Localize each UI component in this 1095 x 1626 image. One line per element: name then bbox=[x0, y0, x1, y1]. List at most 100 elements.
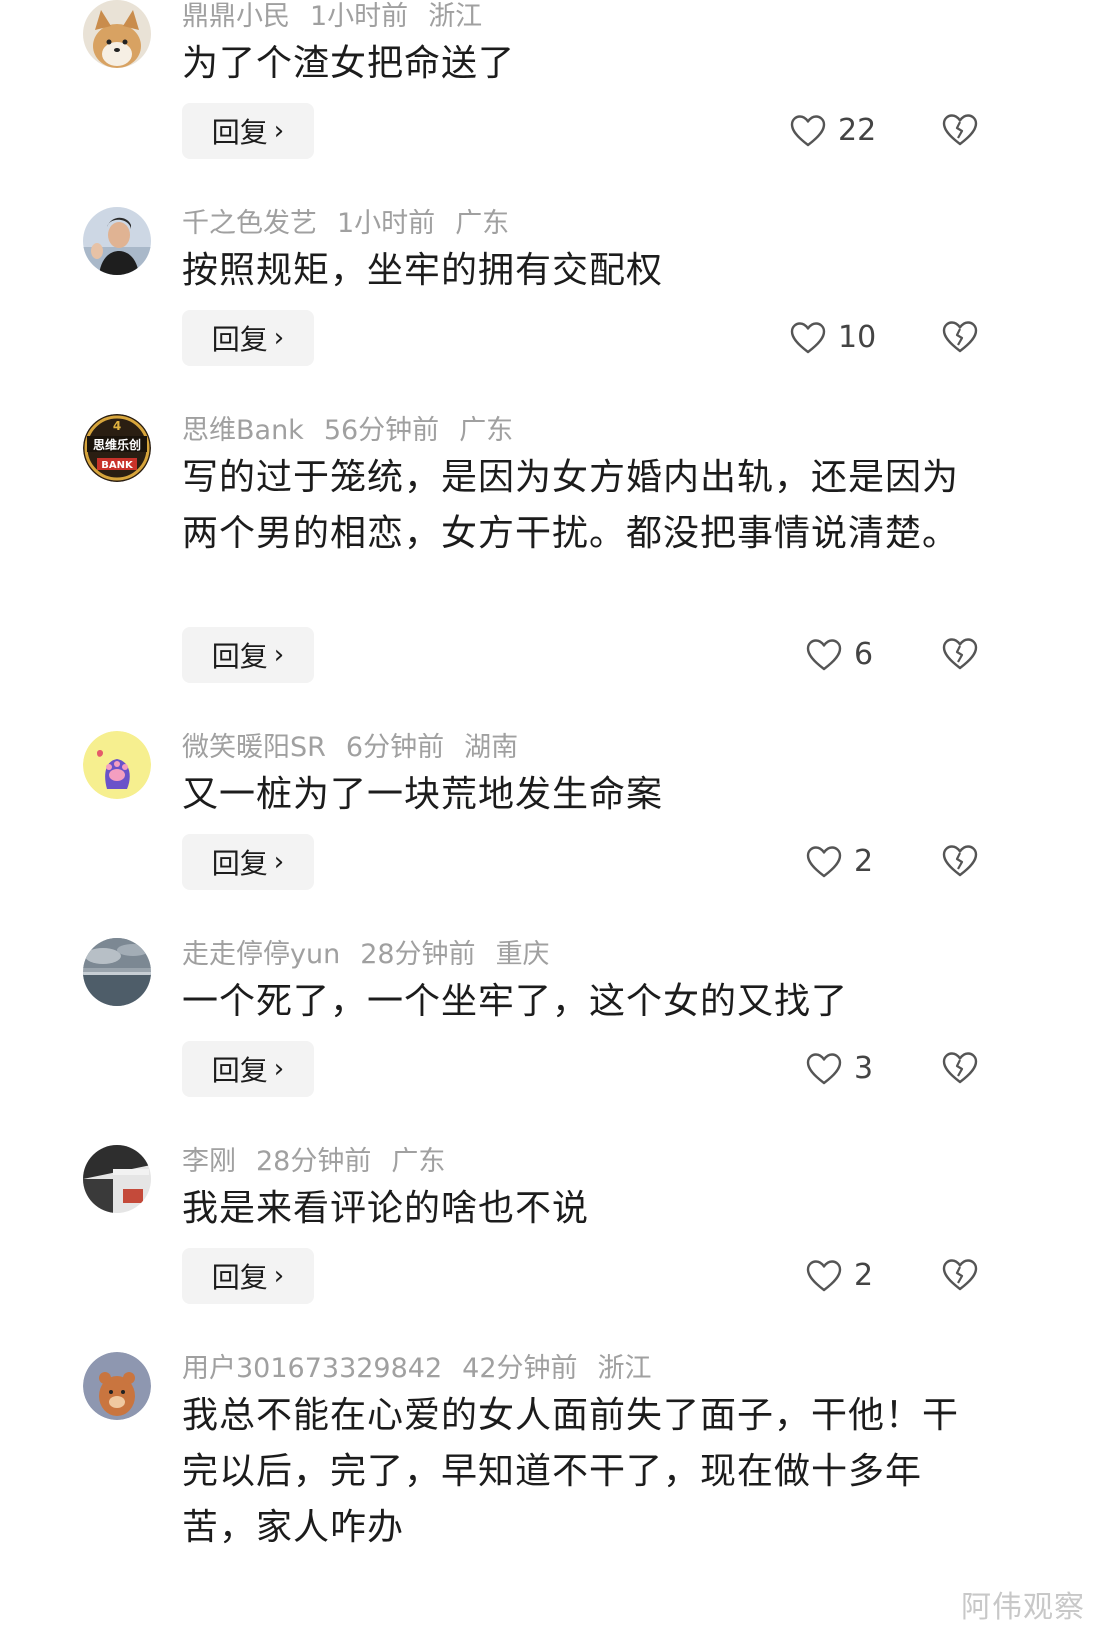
avatar-logo-number: 4 bbox=[113, 419, 121, 433]
like-button[interactable]: 22 bbox=[790, 113, 876, 148]
like-count: 2 bbox=[854, 844, 874, 879]
comment-meta: 千之色发艺 1小时前 广东 bbox=[182, 207, 529, 241]
broken-heart-icon bbox=[942, 845, 978, 877]
timestamp: 56分钟前 bbox=[323, 415, 440, 446]
location: 广东 bbox=[391, 1146, 446, 1177]
location: 广东 bbox=[455, 208, 510, 239]
chevron-right-icon: › bbox=[273, 1054, 285, 1084]
watermark: 阿伟观察 bbox=[961, 1590, 1085, 1625]
comment-meta: 思维Bank 56分钟前 广东 bbox=[182, 414, 533, 448]
comment-meta: 走走停停yun 28分钟前 重庆 bbox=[182, 938, 570, 972]
bank-logo-avatar-icon: 4 思维乐创 BANK bbox=[83, 414, 151, 482]
comment-meta: 鼎鼎小民 1小时前 浙江 bbox=[182, 0, 502, 34]
reply-button[interactable]: 回复 › bbox=[182, 310, 314, 366]
broken-heart-icon bbox=[942, 1259, 978, 1291]
heart-icon bbox=[806, 845, 842, 877]
timestamp: 1小时前 bbox=[337, 208, 436, 239]
man-photo-avatar-icon bbox=[83, 207, 151, 275]
like-count: 2 bbox=[854, 1258, 874, 1293]
shiba-dog-avatar-icon bbox=[83, 0, 151, 68]
reply-label: 回复 bbox=[211, 847, 268, 880]
like-button[interactable]: 3 bbox=[806, 1051, 873, 1086]
dislike-button[interactable] bbox=[942, 113, 978, 147]
comment-text: 为了个渣女把命送了 bbox=[182, 43, 516, 84]
broken-heart-icon bbox=[942, 638, 978, 670]
bear-avatar-icon bbox=[83, 1352, 151, 1420]
username[interactable]: 用户301673329842 bbox=[182, 1353, 442, 1384]
username[interactable]: 走走停停yun bbox=[182, 939, 340, 970]
avatar[interactable] bbox=[83, 1352, 151, 1420]
avatar[interactable] bbox=[83, 207, 151, 275]
dislike-button[interactable] bbox=[942, 320, 978, 354]
broken-heart-icon bbox=[942, 321, 978, 353]
heart-icon bbox=[806, 1052, 842, 1084]
username[interactable]: 千之色发艺 bbox=[182, 208, 317, 239]
heart-icon bbox=[806, 638, 842, 670]
reply-button[interactable]: 回复 › bbox=[182, 834, 314, 890]
sea-sky-avatar-icon bbox=[83, 938, 151, 1006]
avatar[interactable] bbox=[83, 0, 151, 68]
comment-meta: 李刚 28分钟前 广东 bbox=[182, 1145, 465, 1179]
like-count: 3 bbox=[854, 1051, 874, 1086]
avatar[interactable] bbox=[83, 731, 151, 799]
like-count: 10 bbox=[838, 320, 877, 355]
username[interactable]: 微笑暖阳SR bbox=[182, 732, 326, 763]
like-count: 6 bbox=[854, 637, 874, 672]
avatar-logo-text: 思维乐创 bbox=[93, 437, 141, 452]
avatar-logo-subtext: BANK bbox=[101, 460, 134, 471]
avatar[interactable] bbox=[83, 1145, 151, 1213]
dislike-button[interactable] bbox=[942, 637, 978, 671]
paw-avatar-icon bbox=[83, 731, 151, 799]
dislike-button[interactable] bbox=[942, 1258, 978, 1292]
reply-label: 回复 bbox=[211, 640, 268, 673]
comment-text: 一个死了，一个坐牢了，这个女的又找了 bbox=[182, 981, 849, 1022]
like-button[interactable]: 2 bbox=[806, 844, 873, 879]
timestamp: 42分钟前 bbox=[462, 1353, 578, 1384]
reply-button[interactable]: 回复 › bbox=[182, 1041, 314, 1097]
chevron-right-icon: › bbox=[273, 323, 285, 353]
chevron-right-icon: › bbox=[273, 640, 285, 670]
heart-icon bbox=[806, 1259, 842, 1291]
bottom-clip bbox=[0, 1585, 1095, 1623]
location: 广东 bbox=[459, 415, 514, 446]
timestamp: 28分钟前 bbox=[360, 939, 476, 970]
heart-icon bbox=[790, 321, 826, 353]
reply-button[interactable]: 回复 › bbox=[182, 1248, 314, 1304]
comment-text: 写的过于笼统，是因为女方婚内出轨，还是因为两个男的相恋，女方干扰。都没把事情说清… bbox=[182, 457, 960, 554]
chevron-right-icon: › bbox=[273, 1261, 285, 1291]
timestamp: 6分钟前 bbox=[345, 732, 445, 763]
reply-button[interactable]: 回复 › bbox=[182, 103, 314, 159]
location: 重庆 bbox=[495, 939, 550, 970]
like-button[interactable]: 2 bbox=[806, 1258, 873, 1293]
timestamp: 28分钟前 bbox=[256, 1146, 372, 1177]
chevron-right-icon: › bbox=[273, 847, 285, 877]
location: 浙江 bbox=[428, 1, 483, 32]
dislike-button[interactable] bbox=[942, 1051, 978, 1085]
location: 湖南 bbox=[464, 732, 519, 763]
comment-text: 我是来看评论的啥也不说 bbox=[182, 1188, 590, 1229]
comment-meta: 微笑暖阳SR 6分钟前 湖南 bbox=[182, 731, 538, 765]
username[interactable]: 鼎鼎小民 bbox=[182, 1, 290, 32]
location: 浙江 bbox=[597, 1353, 652, 1384]
reply-label: 回复 bbox=[211, 1261, 268, 1294]
like-count: 22 bbox=[838, 113, 877, 148]
reply-button[interactable]: 回复 › bbox=[182, 627, 314, 683]
avatar[interactable] bbox=[83, 938, 151, 1006]
avatar[interactable]: 4 思维乐创 BANK bbox=[83, 414, 151, 482]
comment-text: 我总不能在心爱的女人面前失了面子，干他！干完以后，完了，早知道不干了，现在做十多… bbox=[182, 1395, 960, 1548]
comment-meta: 用户301673329842 42分钟前 浙江 bbox=[182, 1352, 672, 1386]
broken-heart-icon bbox=[942, 1052, 978, 1084]
broken-heart-icon bbox=[942, 114, 978, 146]
comment-text: 又一桩为了一块荒地发生命案 bbox=[182, 774, 664, 815]
dislike-button[interactable] bbox=[942, 844, 978, 878]
heart-icon bbox=[790, 114, 826, 146]
comment-text: 按照规矩，坐牢的拥有交配权 bbox=[182, 250, 664, 291]
username[interactable]: 李刚 bbox=[182, 1146, 236, 1177]
chevron-right-icon: › bbox=[273, 116, 285, 146]
like-button[interactable]: 10 bbox=[790, 320, 876, 355]
like-button[interactable]: 6 bbox=[806, 637, 873, 672]
reply-label: 回复 bbox=[211, 323, 268, 356]
room-photo-avatar-icon bbox=[83, 1145, 151, 1213]
reply-label: 回复 bbox=[211, 116, 268, 149]
username[interactable]: 思维Bank bbox=[182, 415, 304, 446]
